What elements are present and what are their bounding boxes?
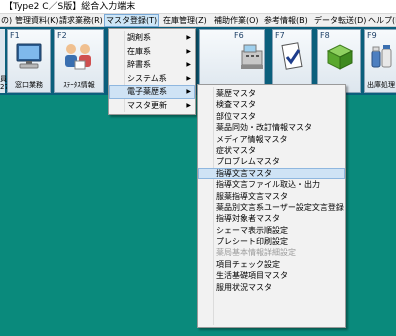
- menu-help[interactable]: ヘルプ(H): [367, 14, 396, 27]
- menu-item-fukuyaku-shido-master[interactable]: 服薬指導文言マスタ: [198, 191, 345, 202]
- denshi-yakureki-submenu: 薬歴マスタ 検査マスタ 部位マスタ 薬品同効・改訂情報マスタ メディア情報マスタ…: [197, 84, 346, 328]
- menu-item-shido-taishosha-master[interactable]: 指導対象者マスタ: [198, 213, 345, 224]
- fkey-label: F8: [320, 31, 330, 40]
- menu-item-chozai[interactable]: 調剤系 ▶: [109, 31, 195, 45]
- menu-item-label: メディア情報マスタ: [216, 134, 288, 144]
- menu-item-label: システム系: [127, 73, 167, 83]
- menu-item-media-joho-master[interactable]: メディア情報マスタ: [198, 134, 345, 145]
- menu-item-zaiko[interactable]: 在庫系 ▶: [109, 45, 195, 59]
- submenu-arrow-icon: ▶: [186, 74, 191, 82]
- menu-item-label: 薬局基本情報詳細設定: [216, 248, 296, 258]
- menu-item-schema-hyoji-settei[interactable]: シェーマ表示順設定: [198, 225, 345, 236]
- fkey-label: F6: [234, 31, 244, 40]
- menu-item-label: 服用状況マスタ: [216, 282, 272, 292]
- menu-prev[interactable]: の): [0, 14, 13, 27]
- menu-item-jisho[interactable]: 辞書系 ▶: [109, 58, 195, 72]
- menu-item-problem-master[interactable]: プロブレムマスタ: [198, 156, 345, 167]
- menu-item-label: 辞書系: [127, 60, 151, 69]
- menu-item-denshi-yakureki[interactable]: 電子薬歴系 ▶: [109, 85, 195, 99]
- submenu-arrow-icon: ▶: [186, 88, 191, 95]
- menu-item-seikatsu-kiso-master[interactable]: 生活基礎項目マスタ: [198, 270, 345, 281]
- menu-item-label: 項目チェック設定: [216, 259, 280, 269]
- title-bar: 【Type2 C／S版】総合入力端末: [0, 0, 396, 14]
- menu-item-label: プロブレムマスタ: [216, 157, 280, 167]
- menu-item-kensa-master[interactable]: 検査マスタ: [198, 99, 345, 110]
- menu-item-label: 電子薬歴系: [127, 87, 167, 96]
- menu-item-shido-mongon-file[interactable]: 指導文言ファイル取込・出力: [198, 179, 345, 190]
- menu-item-label: 薬歴マスタ: [216, 89, 256, 98]
- menu-item-label: 在庫系: [127, 46, 151, 56]
- menu-item-label: 服薬指導文言マスタ: [216, 191, 288, 201]
- menu-item-yakureki-master[interactable]: 薬歴マスタ: [198, 88, 345, 99]
- menu-item-label: 生活基礎項目マスタ: [216, 271, 288, 281]
- toolbar-button-f9[interactable]: F9 出庫処理: [364, 29, 396, 93]
- clipboard-check-icon: [278, 41, 306, 73]
- window-title: 【Type2 C／S版】総合入力端末: [4, 2, 136, 12]
- menu-master-toroku[interactable]: マスタ登録(T): [104, 14, 160, 27]
- menu-item-label: 薬品同効・改訂情報マスタ: [216, 123, 312, 133]
- menu-item-master-koshin[interactable]: マスタ更新 ▶: [109, 99, 195, 113]
- fkey-label: F9: [367, 31, 377, 40]
- menu-item-yakkyoku-kihon-joho: 薬局基本情報詳細設定: [198, 247, 345, 258]
- toolbar-button-f1[interactable]: F1 窓口業務: [7, 29, 51, 93]
- menu-item-label: マスタ更新: [127, 100, 167, 110]
- menu-item-yakuhin-doko-master[interactable]: 薬品同効・改訂情報マスタ: [198, 122, 345, 133]
- menu-item-label: 検査マスタ: [216, 100, 256, 110]
- menu-item-shido-mongon-master[interactable]: 指導文言マスタ: [198, 167, 345, 180]
- menu-item-yakuhin-betsu-mongon[interactable]: 薬品別文言系ユーザー設定文言登録: [198, 202, 345, 213]
- cash-register-icon: [240, 41, 264, 73]
- menu-data-tenso[interactable]: データ転送(D): [313, 14, 367, 27]
- toolbar-button-label: ｽﾃｰﾀｽ情報: [63, 81, 95, 89]
- menu-seikyu-gyomu[interactable]: 請求業務(R): [58, 14, 104, 27]
- fkey-label: F7: [275, 31, 285, 40]
- menu-item-label: シェーマ表示順設定: [216, 225, 288, 235]
- computer-icon: [14, 41, 44, 73]
- menu-kanri-shiryo[interactable]: 管理資料(K): [14, 14, 60, 27]
- menu-item-komoku-check[interactable]: 項目チェック設定: [198, 259, 345, 270]
- submenu-arrow-icon: ▶: [186, 61, 191, 68]
- menu-item-label: 症状マスタ: [216, 145, 256, 155]
- menu-item-label: 調剤系: [127, 33, 151, 42]
- menu-item-bui-master[interactable]: 部位マスタ: [198, 111, 345, 122]
- menu-item-presheet-insatsu[interactable]: プレシート印刷設定: [198, 236, 345, 247]
- master-toroku-menu: 調剤系 ▶ 在庫系 ▶ 辞書系 ▶ システム系 ▶ 電子薬歴系 ▶ マスタ更新 …: [108, 28, 196, 115]
- fkey-label: F1: [10, 31, 20, 40]
- submenu-arrow-icon: ▶: [186, 47, 191, 55]
- medicine-bottles-icon: [369, 41, 395, 73]
- submenu-arrow-icon: ▶: [186, 34, 191, 41]
- toolbar-button-label: 出庫処理: [367, 81, 395, 89]
- toolbar-button-label: 窓口業務: [15, 81, 43, 89]
- menu-item-fukuyo-jokyo-master[interactable]: 服用状況マスタ: [198, 282, 345, 293]
- menu-sanko-joho[interactable]: 参考情報(B): [263, 14, 309, 27]
- menu-item-system[interactable]: システム系 ▶: [109, 72, 195, 86]
- people-icon: [61, 41, 97, 73]
- menu-hojo-sagyo[interactable]: 補助作業(O): [213, 14, 260, 27]
- menu-item-shojo-master[interactable]: 症状マスタ: [198, 145, 345, 156]
- menu-item-label: 部位マスタ: [216, 111, 256, 121]
- green-box-icon: [324, 41, 354, 73]
- menu-item-label: 指導対象者マスタ: [216, 214, 280, 224]
- menu-item-label: 指導文言マスタ: [216, 168, 272, 178]
- menu-bar: の) 管理資料(K) 請求業務(R) マスタ登録(T) 在庫管理(Z) 補助作業…: [0, 14, 396, 27]
- menu-item-label: 指導文言ファイル取込・出力: [216, 180, 320, 190]
- menu-item-label: 薬品別文言系ユーザー設定文言登録: [216, 202, 344, 212]
- menu-item-label: プレシート印刷設定: [216, 237, 288, 247]
- menu-zaiko-kanri[interactable]: 在庫管理(Z): [162, 14, 208, 27]
- submenu-arrow-icon: ▶: [186, 101, 191, 109]
- fkey-label: F2: [57, 31, 67, 40]
- toolbar-button-f2[interactable]: F2 ｽﾃｰﾀｽ情報: [54, 29, 104, 93]
